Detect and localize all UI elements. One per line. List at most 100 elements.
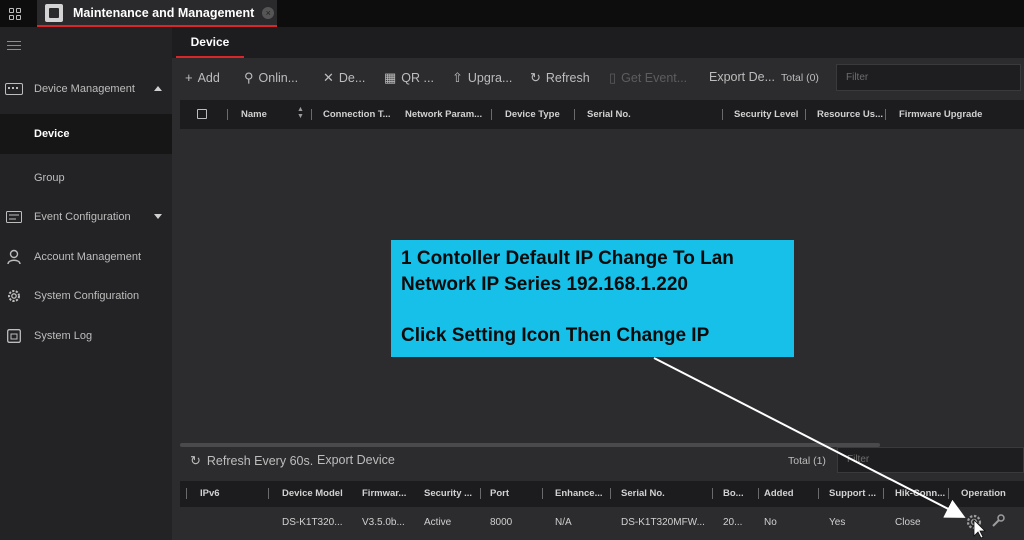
refresh-icon: ↻ <box>530 70 541 85</box>
online-device-toolbar: ↻ Refresh Every 60s. Export Device Total … <box>180 447 1024 473</box>
qr-code-button[interactable]: ▦ QR ... <box>384 70 434 86</box>
export-label: Export De... <box>709 70 775 84</box>
refresh-every-label: Refresh Every 60s. <box>206 454 314 468</box>
sidebar-item-device-management[interactable]: Device Management <box>0 69 172 109</box>
settings-icon[interactable] <box>965 513 983 534</box>
column-security[interactable]: Security ... <box>424 488 472 499</box>
sort-icon[interactable]: ▲ ▼ <box>297 106 304 120</box>
select-all-checkbox[interactable] <box>197 109 207 119</box>
upgrade-button[interactable]: ⇧ Upgra... <box>452 70 512 86</box>
upload-icon: ⇧ <box>452 70 463 85</box>
filter-input[interactable]: Filter <box>837 447 1024 473</box>
table-row[interactable]: DS-K1T320... V3.5.0b... Active 8000 N/A … <box>180 508 1024 536</box>
column-operation[interactable]: Operation <box>961 488 1006 499</box>
total-count: Total (1) <box>788 455 826 467</box>
annotation-line-2: Network IP Series 192.168.1.220 <box>401 274 688 295</box>
qr-code-icon: ▦ <box>384 70 397 85</box>
sidebar-item-label: Account Management <box>34 251 142 263</box>
online-device-table-header: IPv6 Device Model Firmwar... Security ..… <box>180 481 1024 507</box>
export-device-button[interactable]: Export Device <box>317 453 395 467</box>
tab-device[interactable]: Device <box>176 27 244 58</box>
close-icon[interactable]: × <box>262 6 275 19</box>
event-configuration-icon <box>5 209 23 225</box>
app-grid-icon[interactable] <box>0 0 29 27</box>
wrench-icon[interactable] <box>991 514 1005 531</box>
device-management-icon <box>5 81 23 97</box>
cell-device-model: DS-K1T320... <box>282 517 343 528</box>
cell-security: Active <box>424 517 452 528</box>
qr-label: QR ... <box>401 71 434 85</box>
export-device-button[interactable]: Export De... <box>709 70 775 84</box>
refresh-button[interactable]: ↻ Refresh <box>530 70 590 86</box>
close-icon: ✕ <box>323 70 334 85</box>
subtab-bar: Device <box>172 27 1024 58</box>
cell-enhanced: N/A <box>555 517 572 528</box>
tab-label: Maintenance and Management <box>73 5 255 20</box>
delete-button[interactable]: ✕ De... <box>323 70 365 86</box>
search-icon: ⚲ <box>244 70 254 85</box>
online-devices-button[interactable]: ⚲ Onlin... <box>244 70 298 86</box>
cell-boot-time: 20... <box>723 517 743 528</box>
column-ipv6[interactable]: IPv6 <box>200 488 220 499</box>
sidebar-item-system-log[interactable]: System Log <box>0 316 172 356</box>
tab-maintenance-and-management[interactable]: Maintenance and Management × <box>37 0 277 27</box>
sidebar-item-label: Event Configuration <box>34 211 131 223</box>
annotation-line-1: 1 Contoller Default IP Change To Lan <box>401 248 734 269</box>
title-bar: Maintenance and Management × <box>0 0 1024 27</box>
column-firmware-upgrade[interactable]: Firmware Upgrade <box>899 109 982 120</box>
add-button[interactable]: + Add <box>185 70 220 85</box>
refresh-label: Refresh <box>545 71 590 85</box>
column-hik-connect[interactable]: Hik-Conn... <box>895 488 945 499</box>
annotation-callout: 1 Contoller Default IP Change To Lan Net… <box>391 240 794 357</box>
column-serial-no[interactable]: Serial No. <box>587 109 631 120</box>
refresh-icon: ↻ <box>190 453 201 468</box>
add-label: Add <box>197 70 220 85</box>
online-label: Onlin... <box>258 71 299 85</box>
column-connection-type[interactable]: Connection T... <box>323 109 391 120</box>
column-boot-time[interactable]: Bo... <box>723 488 744 499</box>
plus-icon: + <box>185 70 193 85</box>
column-port[interactable]: Port <box>490 488 509 499</box>
column-name[interactable]: Name <box>241 109 267 120</box>
column-device-type[interactable]: Device Type <box>505 109 560 120</box>
filter-input[interactable]: Filter <box>836 64 1021 91</box>
cell-added: No <box>764 517 777 528</box>
column-network-params[interactable]: Network Param... <box>405 109 482 120</box>
sidebar-item-label: System Configuration <box>34 290 140 302</box>
sidebar-item-label: Device <box>34 128 70 140</box>
sidebar-item-event-configuration[interactable]: Event Configuration <box>0 197 172 237</box>
column-added[interactable]: Added <box>764 488 794 499</box>
sidebar-item-system-configuration[interactable]: System Configuration <box>0 276 172 316</box>
total-count: Total (0) <box>781 72 819 84</box>
refresh-every-button[interactable]: ↻ Refresh Every 60s. <box>190 453 313 469</box>
document-icon: ▯ <box>609 70 617 85</box>
toolbar: + Add ⚲ Onlin... ✕ De... ▦ QR ... ⇧ Upgra... … <box>172 58 1024 98</box>
sidebar-item-account-management[interactable]: Account Management <box>0 237 172 277</box>
upgrade-label: Upgra... <box>467 71 513 85</box>
get-events-button[interactable]: ▯ Get Event... <box>609 70 687 86</box>
sidebar-item-label: Device Management <box>34 83 135 95</box>
column-enhanced[interactable]: Enhance... <box>555 488 603 499</box>
sidebar: Device Management Device Group Event Con… <box>0 27 172 540</box>
cell-hik-connect: Close <box>895 517 921 528</box>
cell-support: Yes <box>829 517 846 528</box>
annotation-line-3: Click Setting Icon Then Change IP <box>401 325 710 346</box>
column-support[interactable]: Support ... <box>829 488 876 499</box>
column-device-model[interactable]: Device Model <box>282 488 343 499</box>
sidebar-item-device[interactable]: Device <box>0 114 172 154</box>
column-security-level[interactable]: Security Level <box>734 109 798 120</box>
device-table-header: Name ▲ ▼ Connection T... Network Param...… <box>180 100 1024 129</box>
menu-icon[interactable] <box>7 41 21 53</box>
column-serial-no[interactable]: Serial No. <box>621 488 665 499</box>
delete-label: De... <box>338 71 366 85</box>
user-icon <box>5 249 23 265</box>
cell-firmware: V3.5.0b... <box>362 517 405 528</box>
sidebar-item-label: Group <box>34 172 65 184</box>
chevron-down-icon <box>154 214 162 219</box>
sidebar-item-group[interactable]: Group <box>0 158 172 198</box>
column-resource-usage[interactable]: Resource Us... <box>817 109 883 120</box>
chevron-up-icon <box>154 86 162 91</box>
column-firmware[interactable]: Firmwar... <box>362 488 406 499</box>
cell-port: 8000 <box>490 517 513 528</box>
sidebar-item-label: System Log <box>34 330 93 342</box>
